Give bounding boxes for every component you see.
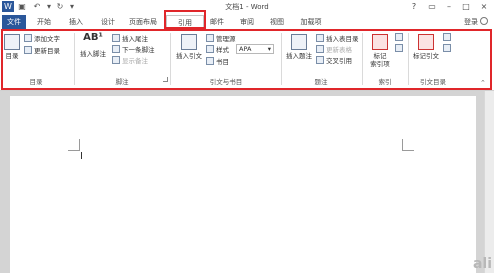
tab-page-layout[interactable]: 页面布局 [126, 15, 160, 29]
word-window: W ▣ ↶ ▾ ↻ ▾ 文档1 - Word ? ▭ – □ × 文件 开始 插… [0, 0, 494, 273]
tab-design[interactable]: 设计 [96, 15, 120, 29]
title-bar: W ▣ ↶ ▾ ↻ ▾ 文档1 - Word ? ▭ – □ × [0, 0, 494, 14]
account-icon[interactable] [480, 17, 488, 25]
watermark: ali [472, 256, 492, 272]
close-icon[interactable]: × [477, 1, 491, 12]
text-cursor [81, 152, 82, 159]
vertical-scrollbar[interactable] [484, 91, 494, 273]
tab-view[interactable]: 视图 [266, 15, 288, 29]
help-icon[interactable]: ? [407, 1, 421, 12]
highlight-references-tab [164, 10, 206, 29]
highlight-ribbon [1, 29, 492, 90]
sign-in-link[interactable]: 登录 [464, 17, 478, 27]
tab-mailings[interactable]: 邮件 [206, 15, 228, 29]
tab-review[interactable]: 审阅 [236, 15, 258, 29]
margin-mark-top-right [402, 139, 414, 151]
minimize-icon[interactable]: – [442, 1, 456, 12]
tab-insert[interactable]: 插入 [64, 15, 88, 29]
ribbon-tab-bar: 文件 开始 插入 设计 页面布局 引用 邮件 审阅 视图 加载项 登录 [0, 14, 494, 29]
tab-addins[interactable]: 加载项 [296, 15, 326, 29]
tab-file[interactable]: 文件 [2, 15, 26, 29]
ribbon-options-icon[interactable]: ▭ [425, 1, 439, 12]
document-page[interactable] [10, 96, 476, 273]
margin-mark-top-left [68, 139, 80, 151]
maximize-icon[interactable]: □ [459, 1, 473, 12]
tab-home[interactable]: 开始 [32, 15, 56, 29]
